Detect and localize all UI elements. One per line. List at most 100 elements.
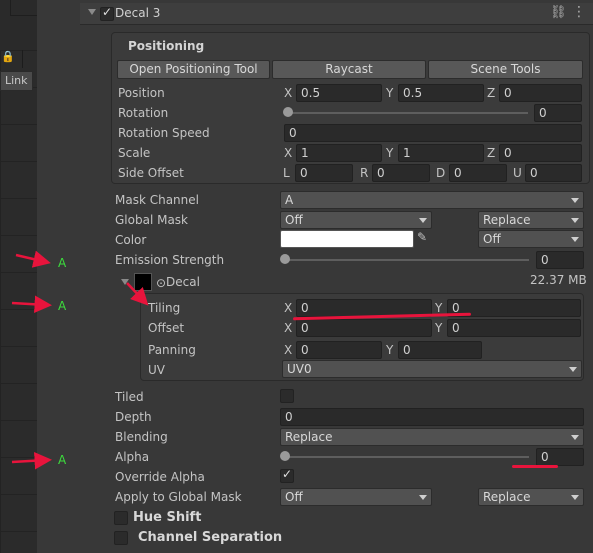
panning-x-field[interactable]: 0 xyxy=(296,341,382,359)
tiling-label: Tiling xyxy=(148,301,181,315)
apply-global-mask-dropdown[interactable]: Off xyxy=(280,488,432,506)
apply-global-mask-mode-dropdown[interactable]: Replace xyxy=(478,488,584,506)
color-mode-value: Off xyxy=(483,232,501,246)
offset-x-field[interactable]: 0 xyxy=(296,319,432,337)
annotation-marker: A xyxy=(58,453,67,467)
object-picker-icon[interactable]: ⊙ xyxy=(156,276,166,290)
position-y-field[interactable]: 0.5 xyxy=(398,84,484,102)
side-offset-u-field[interactable]: 0 xyxy=(525,164,582,182)
scene-tools-button[interactable]: Scene Tools xyxy=(428,60,583,79)
scale-label: Scale xyxy=(118,146,151,160)
hue-shift-checkbox[interactable] xyxy=(114,511,128,525)
alpha-field[interactable]: 0 xyxy=(536,448,584,466)
chevron-down-icon xyxy=(571,495,579,500)
side-offset-u-axis: U xyxy=(513,166,522,180)
side-offset-d-field[interactable]: 0 xyxy=(449,164,507,182)
emission-slider-knob[interactable] xyxy=(280,254,290,264)
alpha-slider-track[interactable] xyxy=(285,456,529,458)
rotation-speed-field[interactable]: 0 xyxy=(284,124,582,142)
component-title: Decal 3 xyxy=(115,6,161,20)
depth-field[interactable]: 0 xyxy=(280,408,584,426)
tiled-label: Tiled xyxy=(115,390,144,404)
emission-field[interactable]: 0 xyxy=(536,251,584,269)
uv-value: UV0 xyxy=(287,362,312,376)
scale-y-axis: Y xyxy=(386,146,394,160)
position-x-field[interactable]: 0.5 xyxy=(296,84,382,102)
panning-x-axis: X xyxy=(284,343,293,357)
blending-label: Blending xyxy=(115,430,168,444)
color-label: Color xyxy=(115,233,147,247)
panning-label: Panning xyxy=(148,343,196,357)
side-offset-l-axis: L xyxy=(283,166,290,180)
rotation-slider-track[interactable] xyxy=(288,112,528,114)
global-mask-mode-value: Replace xyxy=(483,213,531,227)
alpha-slider-knob[interactable] xyxy=(280,451,290,461)
foldout-arrow-icon[interactable] xyxy=(88,9,96,15)
position-z-axis: Z xyxy=(487,86,496,100)
blending-dropdown[interactable]: Replace xyxy=(280,428,584,446)
offset-y-axis: Y xyxy=(435,321,443,335)
lock-icon[interactable]: 🔒 xyxy=(1,50,15,63)
apply-global-mask-mode-value: Replace xyxy=(483,490,531,504)
emission-slider-track[interactable] xyxy=(285,259,529,261)
position-x-axis: X xyxy=(284,86,293,100)
color-mode-dropdown[interactable]: Off xyxy=(478,230,584,248)
raycast-button[interactable]: Raycast xyxy=(272,60,426,79)
uv-label: UV xyxy=(148,363,165,377)
position-y-axis: Y xyxy=(386,86,394,100)
channel-separation-label: Channel Separation xyxy=(138,530,283,545)
scene-grid xyxy=(0,50,37,553)
decal-foldout-arrow-icon[interactable] xyxy=(121,279,129,285)
rotation-field[interactable]: 0 xyxy=(534,104,582,122)
rotation-speed-label: Rotation Speed xyxy=(118,126,210,140)
decal-label: Decal xyxy=(166,275,200,289)
side-offset-l-field[interactable]: 0 xyxy=(295,164,353,182)
panning-y-axis: Y xyxy=(386,343,394,357)
eyedropper-icon[interactable]: ✎ xyxy=(417,230,427,244)
global-mask-dropdown[interactable]: Off xyxy=(280,211,432,229)
panning-y-field[interactable]: 0 xyxy=(398,341,482,359)
link-icon[interactable]: ⛓ xyxy=(550,5,567,20)
rotation-slider-knob[interactable] xyxy=(283,107,293,117)
channel-separation-checkbox[interactable] xyxy=(114,531,128,545)
tiling-x-axis: X xyxy=(284,301,293,315)
annotation-marker: A xyxy=(58,299,67,313)
tiled-checkbox[interactable] xyxy=(280,389,294,403)
more-menu-icon[interactable]: ⋮ xyxy=(572,4,586,20)
offset-y-field[interactable]: 0 xyxy=(447,319,581,337)
alpha-label: Alpha xyxy=(115,450,150,464)
chevron-down-icon xyxy=(571,218,579,223)
scale-x-field[interactable]: 1 xyxy=(296,144,382,162)
global-mask-value: Off xyxy=(285,213,303,227)
position-z-field[interactable]: 0 xyxy=(499,84,582,102)
override-alpha-checkbox[interactable] xyxy=(280,467,294,483)
apply-global-mask-value: Off xyxy=(285,490,303,504)
scale-y-field[interactable]: 1 xyxy=(398,144,484,162)
side-offset-d-axis: D xyxy=(436,166,446,180)
component-enabled-checkbox[interactable] xyxy=(100,5,114,21)
annotation-marker: A xyxy=(58,256,67,270)
mask-channel-dropdown[interactable]: A xyxy=(280,191,584,209)
side-offset-r-field[interactable]: 0 xyxy=(372,164,430,182)
annotation-underline xyxy=(512,465,558,468)
decal-texture-size: 22.37 MB xyxy=(530,273,587,287)
decal-texture-thumbnail[interactable] xyxy=(134,273,152,291)
hue-shift-label: Hue Shift xyxy=(133,510,202,525)
color-swatch[interactable] xyxy=(280,230,414,248)
open-positioning-tool-button[interactable]: Open Positioning Tool xyxy=(117,60,270,79)
left-panel-corner xyxy=(10,0,37,16)
scale-z-field[interactable]: 0 xyxy=(499,144,582,162)
link-button[interactable]: Link xyxy=(0,71,33,91)
global-mask-label: Global Mask xyxy=(115,213,189,227)
uv-dropdown[interactable]: UV0 xyxy=(282,360,582,378)
chevron-down-icon xyxy=(571,237,579,242)
global-mask-mode-dropdown[interactable]: Replace xyxy=(478,211,584,229)
mask-channel-label: Mask Channel xyxy=(115,193,199,207)
chevron-down-icon xyxy=(571,435,579,440)
offset-label: Offset xyxy=(148,321,185,335)
emission-strength-label: Emission Strength xyxy=(115,253,225,267)
apply-global-mask-label: Apply to Global Mask xyxy=(115,490,242,504)
divider xyxy=(22,50,23,68)
chevron-down-icon xyxy=(569,367,577,372)
chevron-down-icon xyxy=(419,218,427,223)
